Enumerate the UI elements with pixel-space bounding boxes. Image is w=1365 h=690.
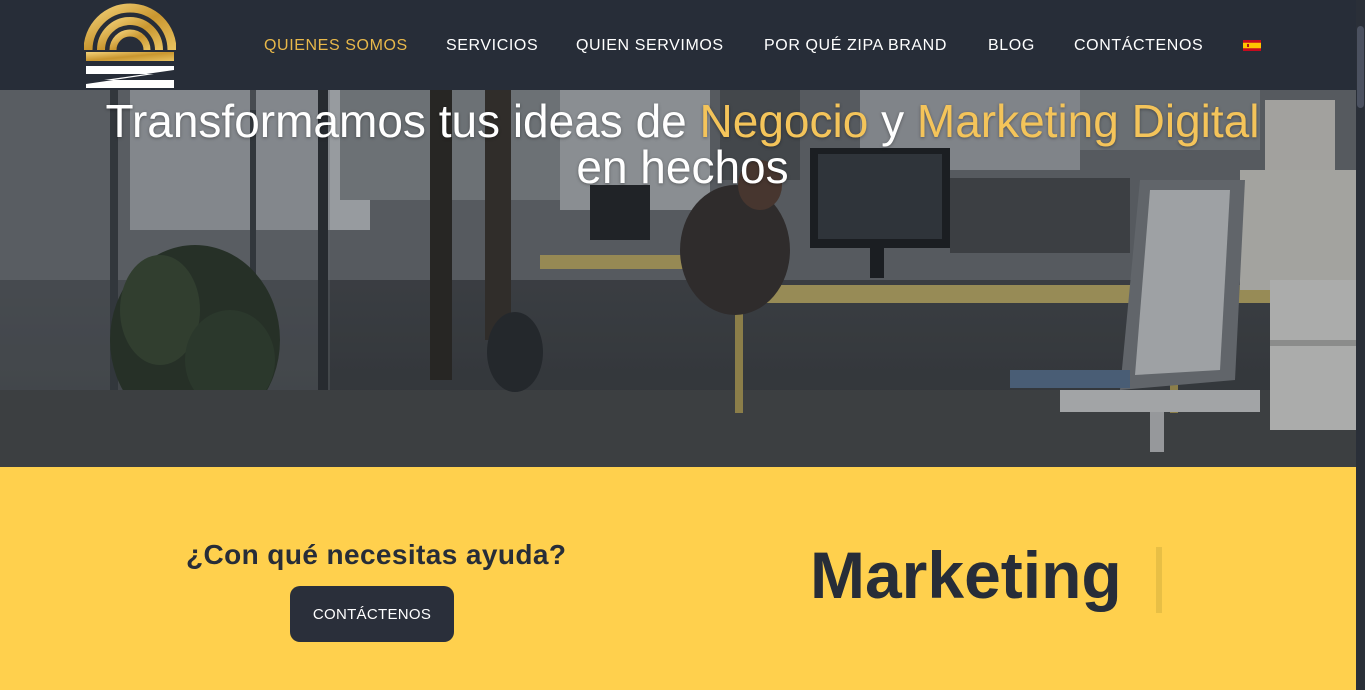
nav-por-que-zipa-brand[interactable]: POR QUÉ ZIPA BRAND xyxy=(764,35,947,57)
nav-contactenos[interactable]: CONTÁCTENOS xyxy=(1074,35,1203,57)
scrollbar-thumb[interactable] xyxy=(1357,26,1364,108)
contact-button[interactable]: CONTÁCTENOS xyxy=(290,586,454,642)
site-header: QUIENES SOMOS SERVICIOS QUIEN SERVIMOS P… xyxy=(0,0,1365,90)
hero-title-part2: y xyxy=(868,95,917,147)
nav-quienes-somos[interactable]: QUIENES SOMOS xyxy=(264,35,408,57)
hero-highlight-negocio: Negocio xyxy=(699,95,869,147)
help-question: ¿Con qué necesitas ayuda? xyxy=(186,539,567,570)
hero-headline: Transformamos tus ideas de Negocio y Mar… xyxy=(0,98,1365,190)
rotating-service-word: Marketing xyxy=(810,538,1122,612)
nav-servicios[interactable]: SERVICIOS xyxy=(446,35,538,57)
typing-cursor xyxy=(1156,547,1162,613)
nav-quien-servimos[interactable]: QUIEN SERVIMOS xyxy=(576,35,724,57)
hero-title-part3: en hechos xyxy=(576,141,789,193)
hero-highlight-marketing-digital: Marketing Digital xyxy=(916,95,1260,147)
hero-title-part1: Transformamos tus ideas de xyxy=(105,95,700,147)
spain-flag-icon[interactable] xyxy=(1243,40,1261,51)
zipa-brand-logo[interactable] xyxy=(84,0,176,90)
hero-banner: Transformamos tus ideas de Negocio y Mar… xyxy=(0,90,1365,467)
page-scrollbar[interactable] xyxy=(1356,0,1365,690)
nav-blog[interactable]: BLOG xyxy=(988,35,1035,57)
help-section: ¿Con qué necesitas ayuda? CONTÁCTENOS Ma… xyxy=(0,467,1365,690)
